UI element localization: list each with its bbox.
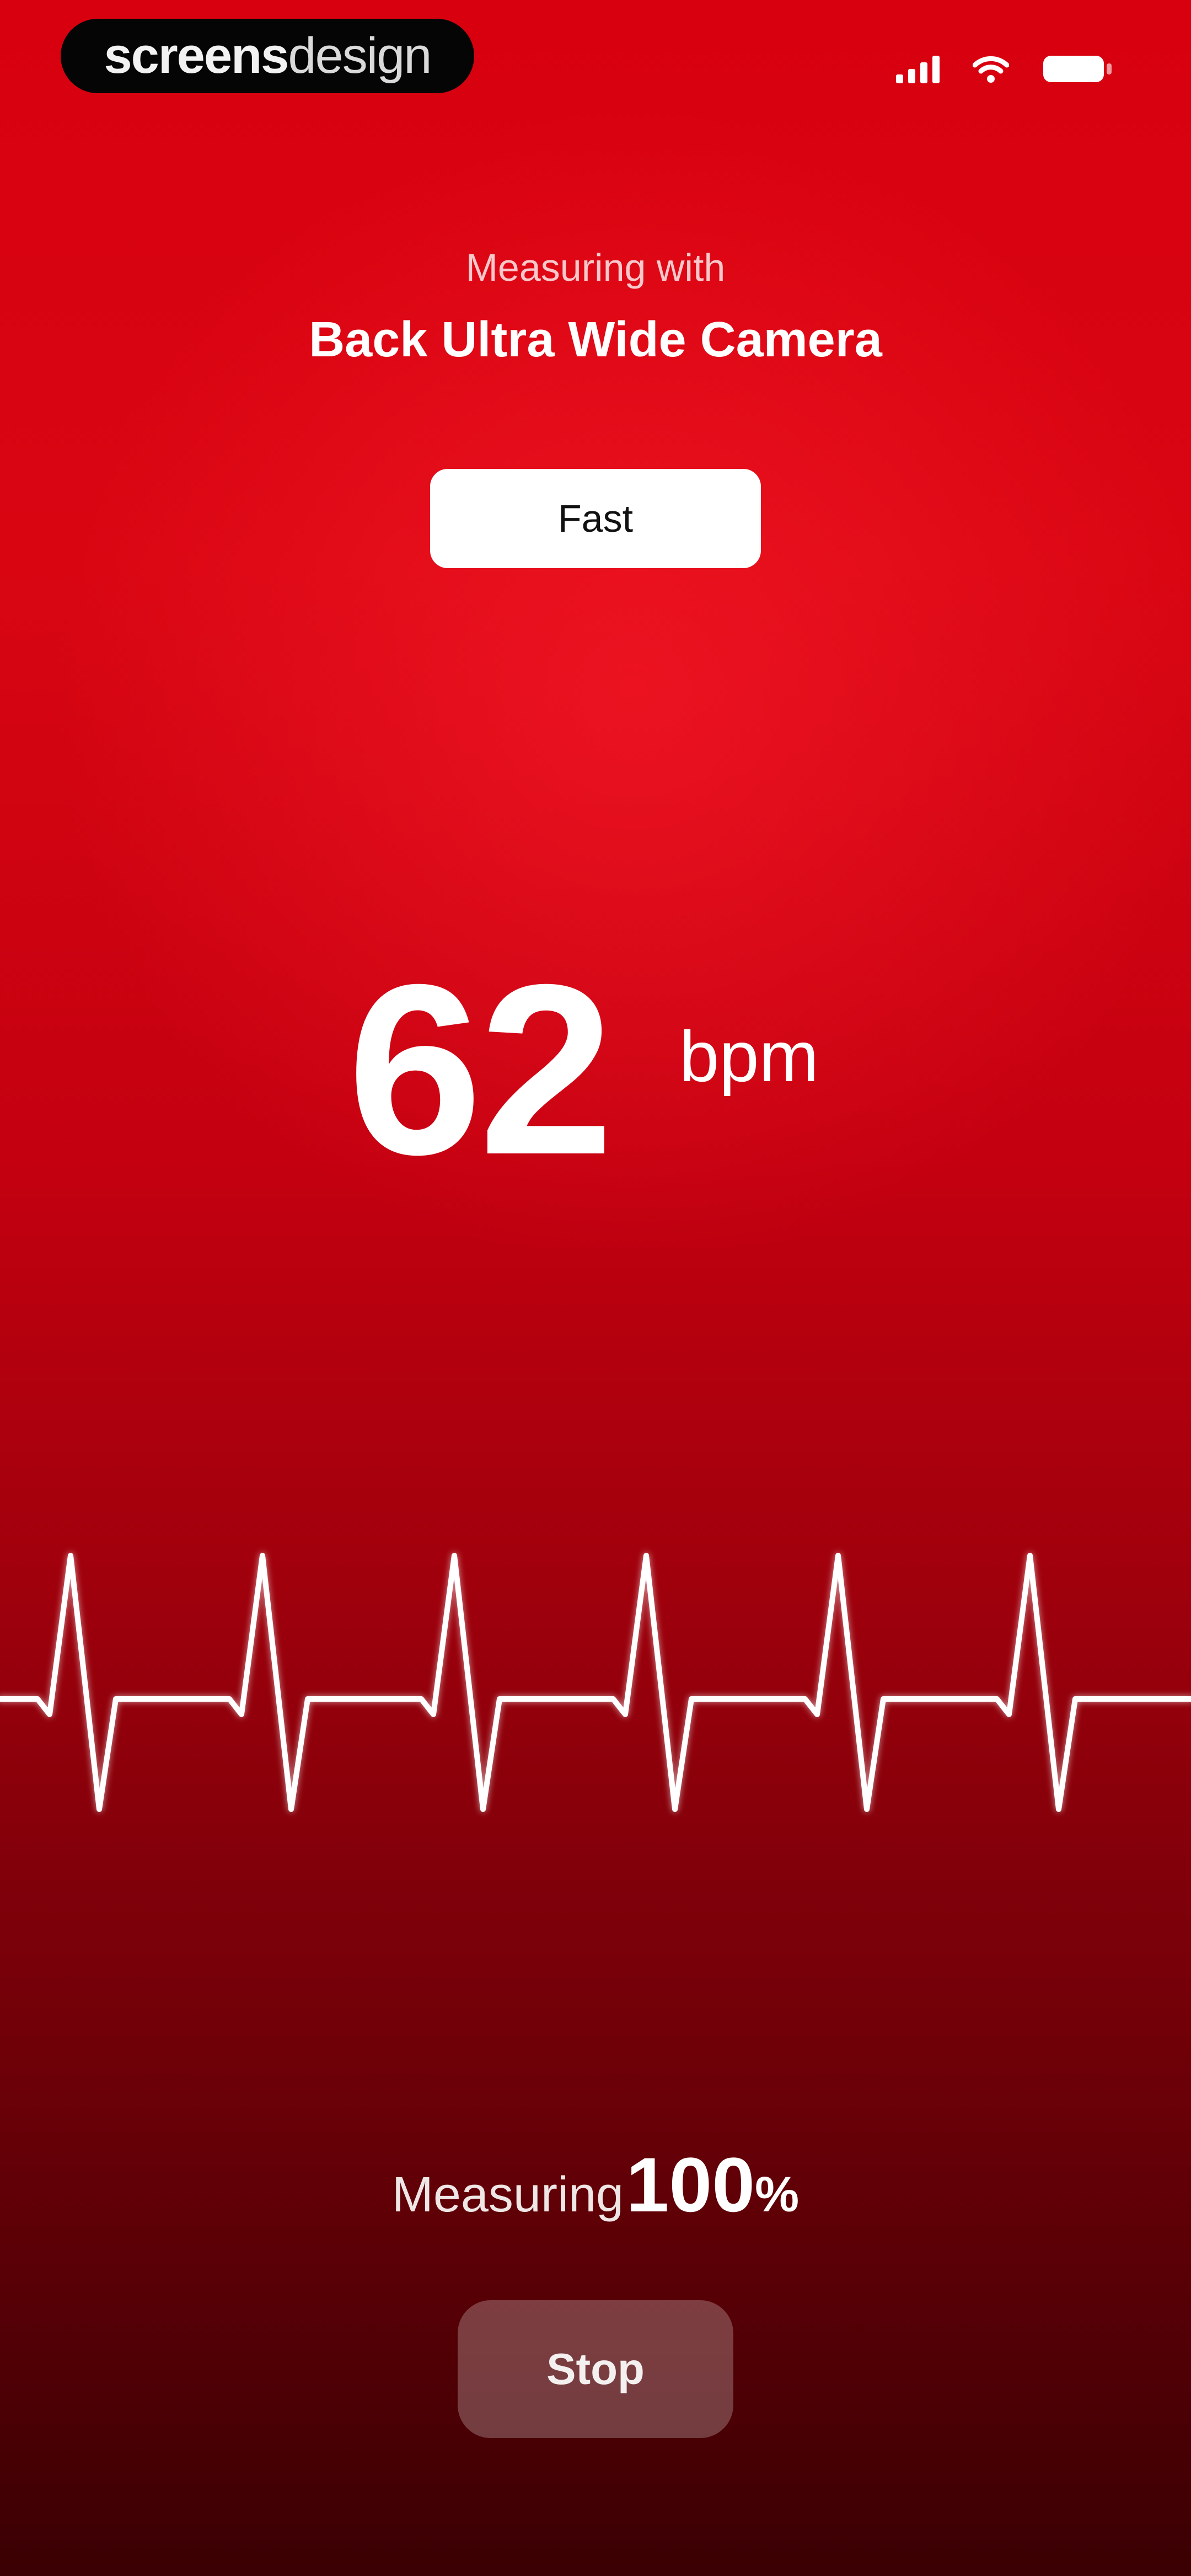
progress-value: 100 xyxy=(626,2141,755,2228)
brand-logo-bold: screens xyxy=(104,28,289,84)
stop-button[interactable]: Stop xyxy=(458,2300,733,2438)
progress-unit: % xyxy=(755,2167,800,2222)
bpm-unit: bpm xyxy=(679,1016,819,1097)
heart-wave-line xyxy=(0,1553,1191,1812)
heart-rate-reading: 62 bpm xyxy=(0,934,1191,1205)
progress-label: Measuring xyxy=(391,2167,624,2222)
wifi-icon xyxy=(973,55,1009,83)
measuring-with-label: Measuring with xyxy=(465,246,726,289)
status-icons xyxy=(896,50,1114,88)
heart-wave xyxy=(0,1553,1191,1812)
bpm-value: 62 xyxy=(347,934,614,1205)
brand-logo: screens design xyxy=(61,19,474,93)
signal-icon xyxy=(896,55,940,83)
brand-logo-light: design xyxy=(288,28,432,84)
camera-name: Back Ultra Wide Camera xyxy=(309,312,882,367)
progress-text: Measuring 100% xyxy=(0,2140,1191,2230)
mode-button-fast[interactable]: Fast xyxy=(430,469,761,568)
battery-icon xyxy=(1042,54,1114,84)
